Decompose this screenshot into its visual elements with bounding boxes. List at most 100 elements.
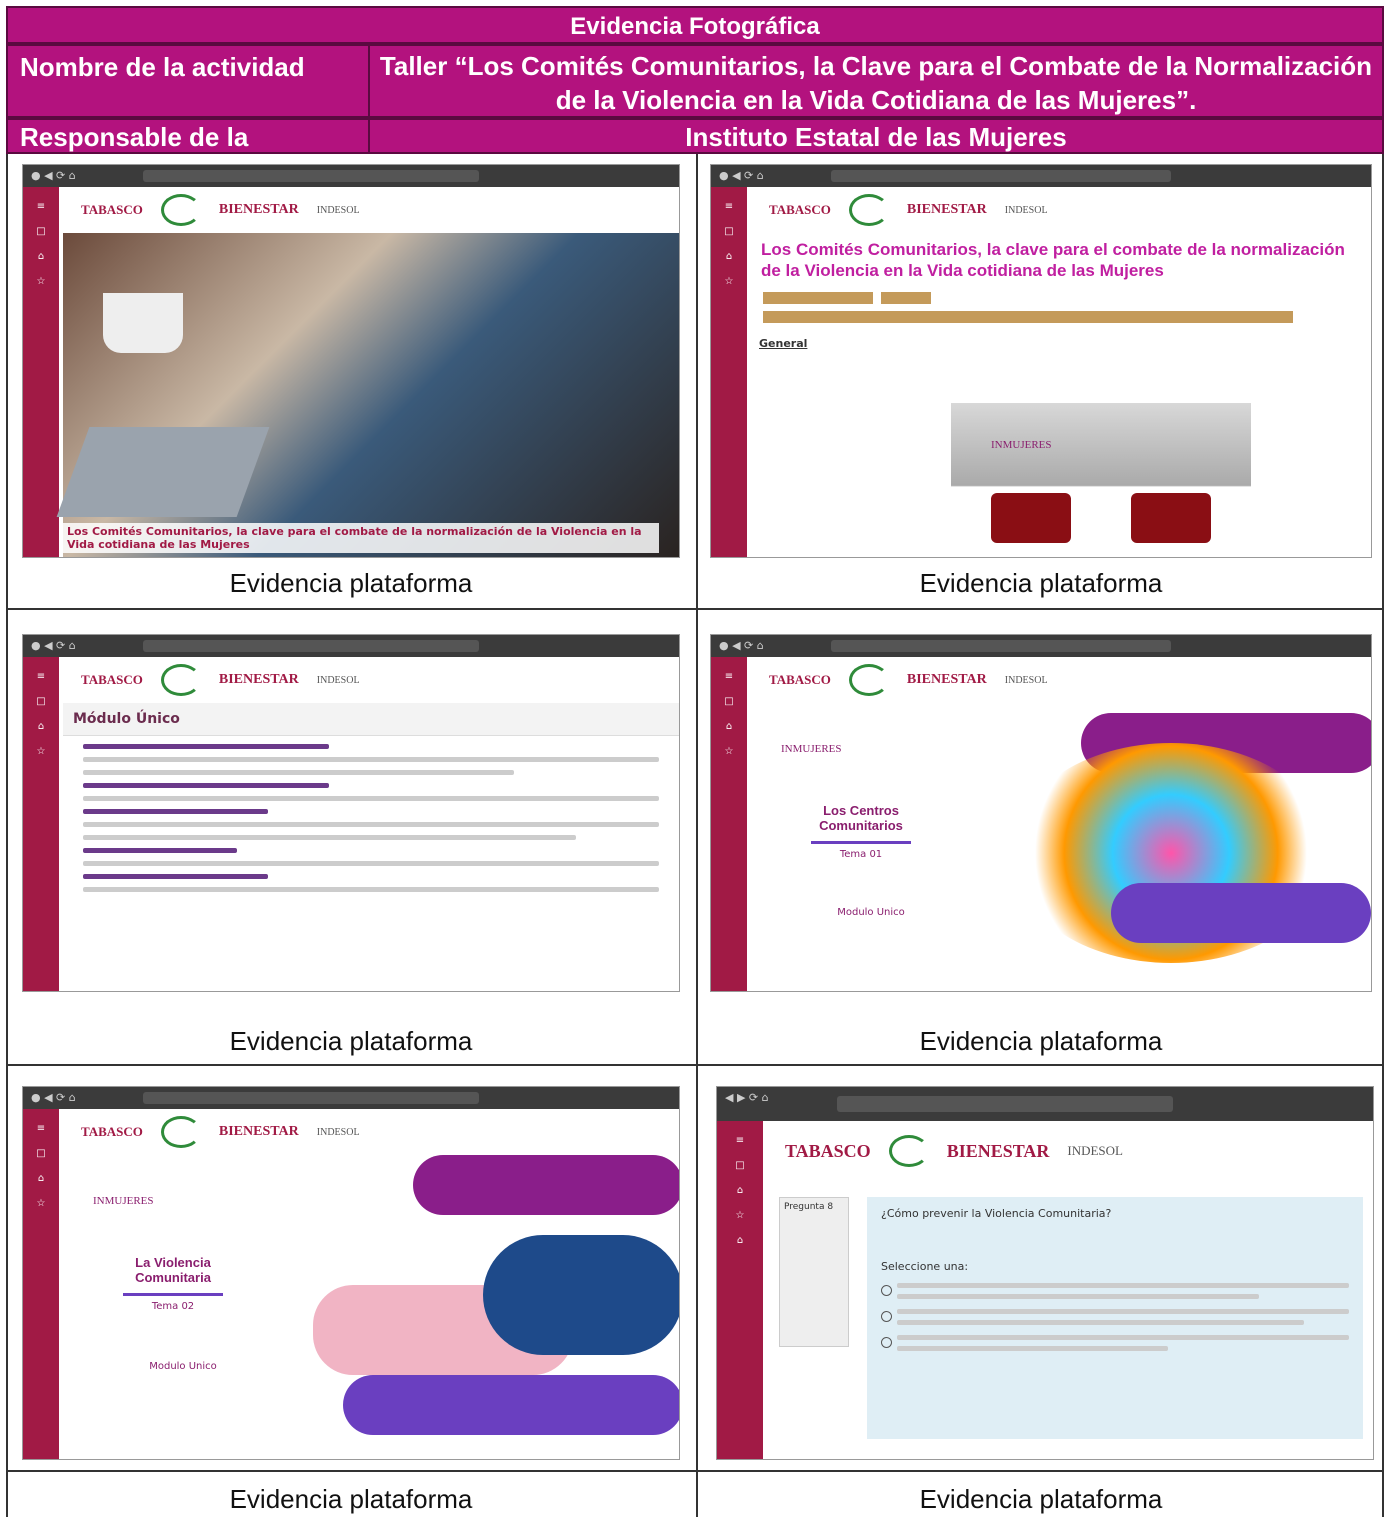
text-line: [83, 848, 237, 853]
question-info: Pregunta 8: [779, 1197, 849, 1347]
logo-bienestar: BIENESTAR: [906, 202, 987, 217]
logo-bienestar: BIENESTAR: [906, 672, 987, 687]
sidebar: ≡ □ ⌂ ☆: [23, 1109, 59, 1459]
logo-indesol: INDESOL: [1004, 204, 1048, 216]
slide-module: Modulo Unico: [837, 907, 905, 918]
logo-tabasco: TABASCO: [769, 672, 831, 687]
decorative-shape: [1111, 883, 1371, 943]
caption-6: Evidencia plataforma: [919, 1484, 1163, 1514]
title-underline: [811, 841, 911, 844]
activity-name-line1: Taller “Los Comités Comunitarios, la Cla…: [379, 51, 1373, 81]
woman-illustration: [483, 1235, 679, 1355]
text-line: [83, 783, 330, 788]
activity-name-row: Nombre de la actividad Taller “Los Comit…: [6, 44, 1384, 118]
browser-toolbar: ● ◀ ⟳ ⌂: [23, 635, 679, 657]
sidebar: ≡ □ ⌂ ☆: [23, 657, 59, 991]
screenshot-4: ● ◀ ⟳ ⌂ ≡ □ ⌂ ☆ TABASCO BIENESTAR INDESOL I…: [710, 634, 1372, 992]
caption-3: Evidencia plataforma: [229, 1026, 473, 1056]
sofa-image: [1131, 493, 1211, 543]
logo-bienestar: BIENESTAR: [218, 672, 299, 687]
activity-name-label: Nombre de la actividad: [8, 46, 370, 116]
sidebar: ≡ □ ⌂ ☆: [711, 187, 747, 557]
decorative-shape: [413, 1155, 679, 1215]
iem-logo-icon: [160, 194, 201, 226]
tag: [881, 291, 931, 304]
responsible-row: Responsable de la actividad Instituto Es…: [6, 118, 1384, 186]
logo-bar: TABASCO BIENESTAR INDESOL: [63, 657, 679, 703]
logo-bienestar: BIENESTAR: [946, 1140, 1050, 1161]
logo-tabasco: TABASCO: [785, 1140, 871, 1161]
responsible-label: Responsable de la actividad: [8, 120, 370, 186]
inmujeres-logo: INMUJERES: [93, 1195, 154, 1207]
caption-1: Evidencia plataforma: [229, 568, 473, 598]
slide-tema-01: INMUJERES Los Centros Comunitarios Tema …: [751, 703, 1371, 991]
sidebar: ≡ □ ⌂ ☆ ⌂: [717, 1121, 763, 1459]
logo-indesol: INDESOL: [1004, 674, 1048, 686]
logo-indesol: INDESOL: [316, 674, 360, 686]
caption-4: Evidencia plataforma: [919, 1026, 1163, 1056]
quiz-page: Pregunta 8 ¿Cómo prevenir la Violencia C…: [767, 1183, 1373, 1459]
sidebar: ≡ □ ⌂ ☆: [23, 187, 59, 557]
answer-option-c[interactable]: [881, 1335, 1349, 1351]
slide-tema: Tema 01: [839, 849, 883, 860]
browser-toolbar: ● ◀ ⟳ ⌂: [711, 635, 1371, 657]
laptop-image: [56, 427, 270, 517]
logo-bienestar: BIENESTAR: [218, 202, 299, 217]
logo-bar: TABASCO BIENESTAR INDESOL: [751, 187, 1371, 233]
text-line: [83, 822, 659, 827]
logo-bienestar: BIENESTAR: [218, 1124, 299, 1139]
inmujeres-logo: INMUJERES: [781, 743, 842, 755]
iem-logo-icon: [848, 664, 889, 696]
grid-divider: [696, 154, 698, 1517]
logo-bar: TABASCO BIENESTAR INDESOL: [751, 657, 1371, 703]
course-tags: [751, 287, 1371, 325]
logo-indesol: INDESOL: [1067, 1143, 1123, 1158]
screenshot-6: ◀ ▶ ⟳ ⌂ ≡ □ ⌂ ☆ ⌂ TABASCO BIENESTAR INDESOL …: [716, 1086, 1374, 1460]
screenshot-2: ● ◀ ⟳ ⌂ ≡ □ ⌂ ☆ TABASCO BIENESTAR INDESOL L…: [710, 164, 1372, 558]
video-player[interactable]: INMUJERES: [951, 403, 1251, 553]
answer-option-b[interactable]: [881, 1309, 1349, 1325]
row-divider: [8, 608, 1382, 610]
title-underline: [123, 1293, 223, 1296]
decorative-shape: [343, 1375, 679, 1435]
module-title: Módulo Único: [63, 703, 679, 736]
iem-logo-icon: [888, 1135, 929, 1167]
iem-logo-icon: [160, 1116, 201, 1148]
logo-indesol: INDESOL: [316, 204, 360, 216]
evidence-title: Evidencia Fotográfica: [6, 6, 1384, 44]
inmujeres-logo: INMUJERES: [991, 439, 1052, 451]
slide-module: Modulo Unico: [149, 1361, 217, 1372]
tag: [763, 291, 873, 304]
screenshot-3: ● ◀ ⟳ ⌂ ≡ □ ⌂ ☆ TABASCO BIENESTAR INDESOL M…: [22, 634, 680, 992]
slide-title: La Violencia Comunitaria: [135, 1255, 211, 1285]
text-line: [83, 757, 659, 762]
module-page: Módulo Único: [63, 703, 679, 991]
question-number: Pregunta 8: [784, 1202, 834, 1212]
evidence-grid: ● ◀ ⟳ ⌂ ≡ □ ⌂ ☆ TABASCO BIENESTAR INDESOL L…: [6, 154, 1384, 1517]
logo-bar: TABASCO BIENESTAR INDESOL: [63, 1109, 679, 1155]
activity-name-line2: de la Violencia en la Vida Cotidiana de …: [555, 85, 1197, 115]
sofa-image: [991, 493, 1071, 543]
question-box: ¿Cómo prevenir la Violencia Comunitaria?…: [867, 1197, 1363, 1439]
row-divider: [8, 1470, 1382, 1472]
browser-toolbar: ● ◀ ⟳ ⌂: [711, 165, 1371, 187]
section-general-link[interactable]: General: [759, 337, 1363, 350]
browser-toolbar: ● ◀ ⟳ ⌂: [23, 165, 679, 187]
text-line: [83, 861, 659, 866]
browser-toolbar: ● ◀ ⟳ ⌂: [23, 1087, 679, 1109]
iem-logo-icon: [848, 194, 889, 226]
activity-name-value: Taller “Los Comités Comunitarios, la Cla…: [370, 46, 1382, 116]
text-line: [83, 809, 268, 814]
evidence-page: Evidencia Fotográfica Nombre de la activ…: [0, 0, 1391, 1517]
course-page: Los Comités Comunitarios, la clave para …: [751, 233, 1371, 557]
tag: [763, 310, 1293, 323]
caption-2: Evidencia plataforma: [919, 568, 1163, 598]
question-text: ¿Cómo prevenir la Violencia Comunitaria?: [881, 1207, 1112, 1220]
logo-tabasco: TABASCO: [81, 1124, 143, 1139]
iem-logo-icon: [160, 664, 201, 696]
course-title: Los Comités Comunitarios, la clave para …: [761, 240, 1345, 280]
text-line: [83, 796, 659, 801]
banner-caption: Los Comités Comunitarios, la clave para …: [63, 523, 659, 553]
logo-tabasco: TABASCO: [81, 202, 143, 217]
answer-option-a[interactable]: [881, 1283, 1349, 1299]
